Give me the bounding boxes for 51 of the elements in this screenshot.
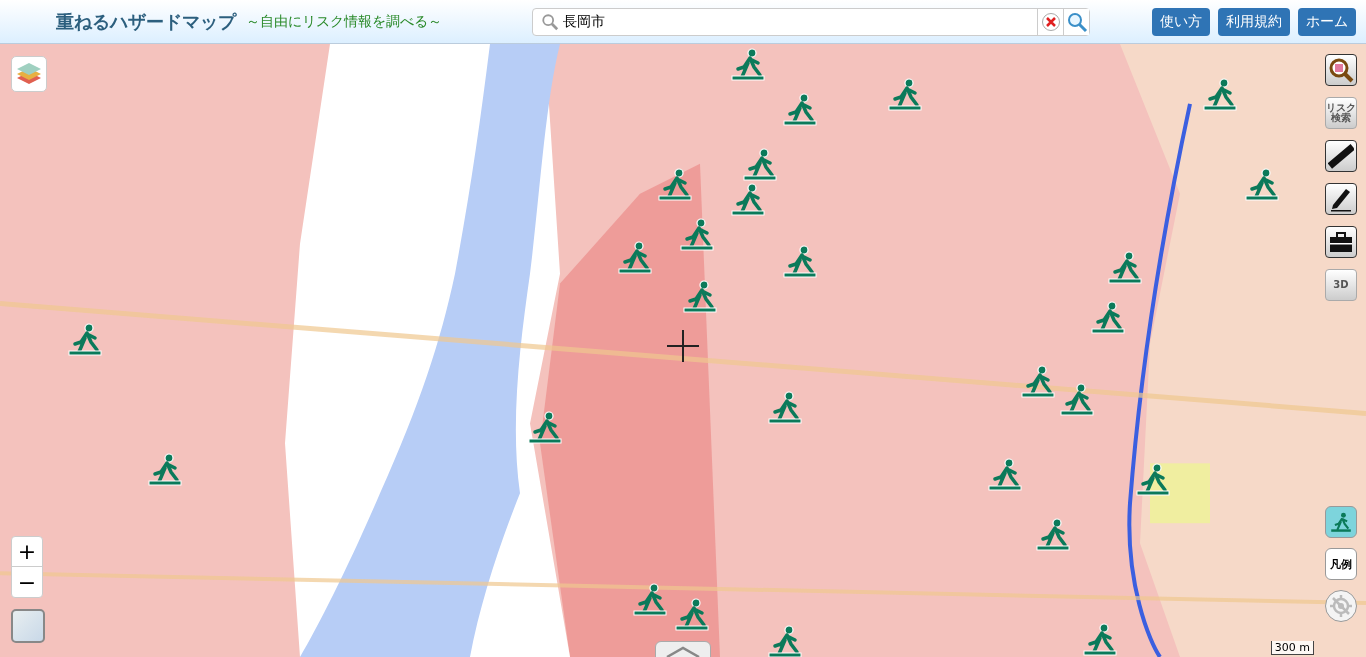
evacuation-marker-icon[interactable] [987, 457, 1023, 491]
evacuation-toggle-button[interactable] [1325, 506, 1357, 538]
site-subtitle: ～自由にリスク情報を調べる～ [246, 12, 442, 31]
evacuation-marker-icon[interactable] [632, 582, 668, 616]
evacuation-marker-icon[interactable] [1082, 622, 1118, 656]
search-icon [541, 12, 559, 31]
evacuation-marker-icon[interactable] [1035, 517, 1071, 551]
ruler-button[interactable] [1325, 140, 1357, 172]
zoom-button[interactable]: + [12, 537, 42, 567]
evacuation-marker-icon[interactable] [1107, 250, 1143, 284]
scale-label: 300 m [1270, 641, 1314, 655]
evacuation-marker-icon[interactable] [147, 452, 183, 486]
evacuation-marker-icon[interactable] [1020, 364, 1056, 398]
zoom-button[interactable]: − [12, 567, 42, 597]
evacuation-marker-icon[interactable] [657, 167, 693, 201]
evacuation-marker-icon[interactable] [1059, 382, 1095, 416]
pencil-button[interactable] [1325, 183, 1357, 215]
evacuation-marker-icon[interactable] [1090, 300, 1126, 334]
evacuation-marker-icon[interactable] [674, 597, 710, 631]
site-title: 重ねるハザードマップ [56, 9, 236, 34]
evacuation-marker-icon[interactable] [682, 279, 718, 313]
basemap-thumbnail-button[interactable] [11, 609, 45, 643]
tool-button[interactable]: リスク検索 [1325, 97, 1357, 129]
evacuation-marker-icon[interactable] [782, 92, 818, 126]
map-search-button[interactable] [1325, 54, 1357, 86]
evacuation-marker-icon[interactable] [1244, 167, 1280, 201]
layers-button[interactable] [11, 56, 47, 92]
evacuation-marker-icon[interactable] [617, 240, 653, 274]
evacuation-marker-icon[interactable] [782, 244, 818, 278]
evacuation-marker-icon[interactable] [887, 77, 923, 111]
nav-button[interactable]: 使い方 [1152, 7, 1210, 36]
search-button[interactable] [1063, 8, 1089, 35]
tool-button[interactable]: 3D [1325, 269, 1357, 301]
legend-button[interactable]: 凡例 [1325, 548, 1357, 580]
evacuation-marker-icon[interactable] [767, 390, 803, 424]
toolbox-button[interactable] [1325, 226, 1357, 258]
evacuation-marker-icon[interactable] [679, 217, 715, 251]
crosshair-icon [667, 330, 699, 362]
panel-toggle-button[interactable] [655, 641, 711, 657]
evacuation-marker-icon[interactable] [67, 322, 103, 356]
evacuation-marker-icon[interactable] [730, 47, 766, 81]
nav-button[interactable]: ホーム [1298, 7, 1356, 36]
evacuation-marker-icon[interactable] [730, 182, 766, 216]
clear-button[interactable] [1037, 8, 1063, 35]
evacuation-marker-icon[interactable] [527, 410, 563, 444]
evacuation-marker-icon[interactable] [767, 624, 803, 657]
evacuation-marker-icon[interactable] [1135, 462, 1171, 496]
nav-button[interactable]: 利用規約 [1218, 7, 1290, 36]
search-bar[interactable]: 長岡市 [532, 7, 1090, 36]
evacuation-marker-icon[interactable] [1202, 77, 1238, 111]
evacuation-marker-icon[interactable] [742, 147, 778, 181]
